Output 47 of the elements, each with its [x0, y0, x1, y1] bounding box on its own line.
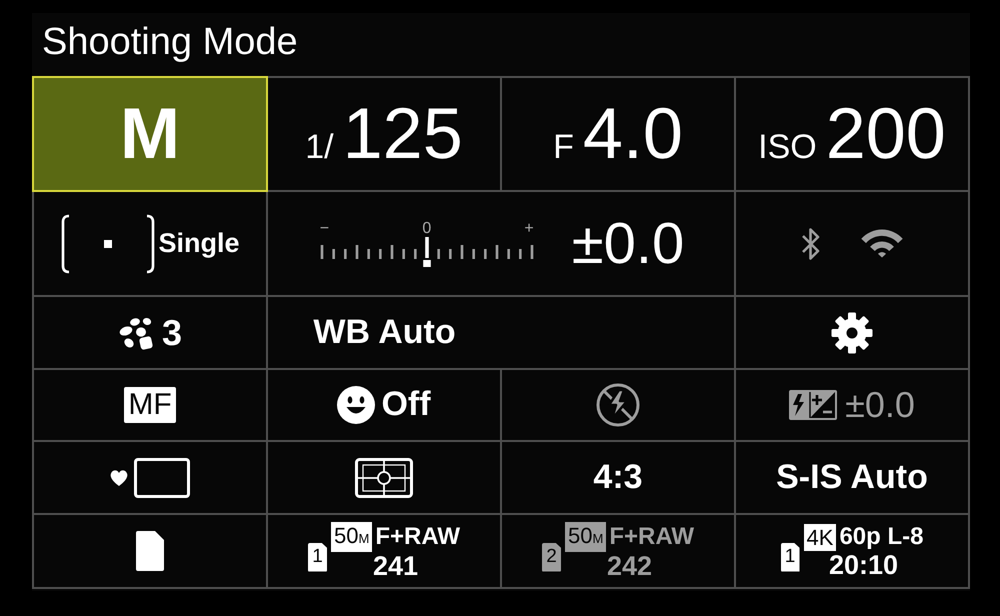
setting-tile[interactable]: 3	[34, 297, 266, 368]
focus-badge: MF	[124, 387, 176, 423]
size-badge: 4K	[804, 524, 836, 550]
setting-tile[interactable]: MF	[34, 370, 266, 440]
setting-tile[interactable]: 1 4K 60p L-8 20:10	[736, 515, 968, 587]
setting-label: WB Auto	[313, 314, 456, 352]
reading-value: 125	[342, 98, 463, 170]
slot-number: 1	[308, 542, 327, 572]
setting-tile[interactable]	[34, 515, 266, 587]
unit-prefix: ISO	[758, 130, 817, 164]
setting-tile[interactable]	[34, 442, 266, 513]
scale-label: −	[320, 220, 330, 236]
scale-label: +	[524, 220, 534, 236]
shots-remaining: 20:10	[828, 551, 898, 579]
setting-tile[interactable]	[736, 297, 968, 368]
setting-tile[interactable]	[268, 442, 500, 513]
mode-value: M	[120, 98, 180, 170]
setting-label: Off	[381, 386, 431, 424]
format-label: F+RAW	[609, 523, 694, 551]
exposure-value: ±0.0	[572, 214, 684, 272]
setting-tile[interactable]: 1/125	[268, 78, 500, 190]
unit-prefix: 1/	[305, 130, 334, 164]
setting-tile[interactable]: M	[32, 76, 268, 192]
setting-tile[interactable]: Off	[268, 370, 500, 440]
unit-prefix: F	[553, 130, 574, 164]
setting-tile[interactable]: F 4.0	[502, 78, 734, 190]
setting-tile[interactable]: WB Auto	[268, 297, 734, 368]
format-label: F+RAW	[375, 523, 460, 551]
setting-tile[interactable]: S-IS Auto	[736, 442, 968, 513]
scale-label: 0	[422, 220, 432, 236]
slot-number: 1	[780, 542, 800, 572]
panel-title: Shooting Mode	[42, 20, 298, 64]
slot-number: 2	[542, 542, 561, 572]
flash-compensation-value: ±0.0	[845, 385, 915, 425]
picture-mode-value: 3	[162, 312, 182, 352]
reading-value: 200	[826, 98, 946, 170]
setting-label: 4:3	[593, 458, 643, 496]
shots-remaining: 241	[372, 552, 418, 580]
setting-tile[interactable]: 4:3	[502, 442, 734, 513]
reading-value: 4.0	[582, 98, 683, 170]
setting-tile[interactable]: ISO 200	[736, 78, 968, 190]
setting-label: S-IS Auto	[776, 458, 928, 496]
setting-tile[interactable]: − 0 + ±0.0	[268, 192, 734, 295]
drive-label: Single	[158, 228, 240, 258]
format-label: 60p L-8	[839, 523, 924, 551]
shots-remaining: 242	[606, 552, 652, 580]
setting-tile[interactable]: Single	[34, 192, 266, 295]
